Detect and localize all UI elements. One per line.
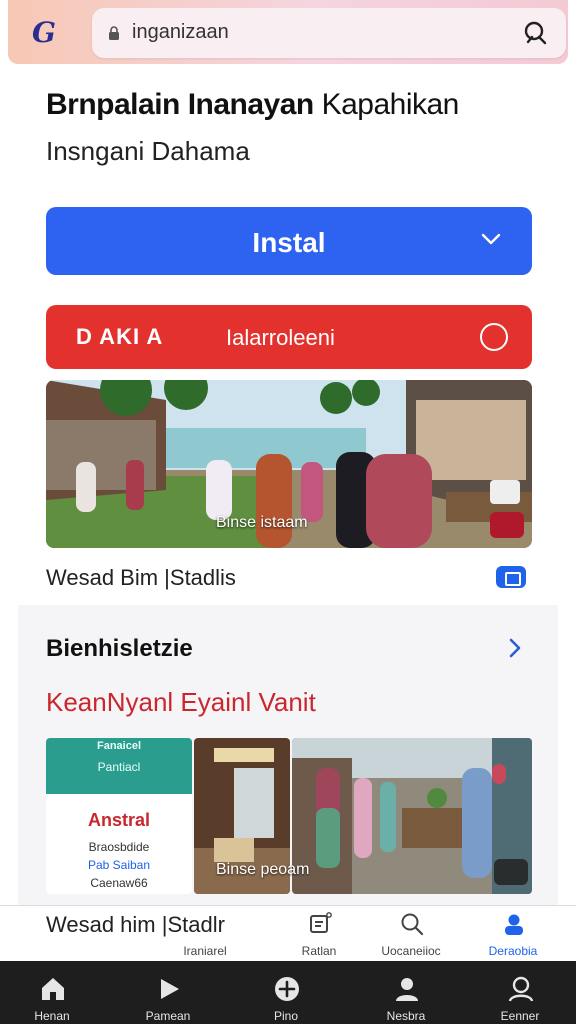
- profile-icon: [505, 914, 523, 935]
- page-title: Brnpalain Inanayan Kapahikan: [46, 88, 459, 122]
- section-highlight: KeanNyanl Eyainl Vanit: [46, 687, 316, 717]
- add-icon: [275, 977, 299, 1001]
- page-title-bold: Brnpalain Inanayan: [46, 88, 314, 121]
- browser-bar: G inganizaan: [8, 0, 568, 64]
- hero-photo-badge[interactable]: [490, 512, 524, 538]
- section-title: Bienhisletzie: [46, 635, 193, 662]
- nav-item-home[interactable]: Henan: [2, 961, 102, 1024]
- play-icon: [161, 979, 179, 999]
- tab-label: Iraniarel: [183, 944, 227, 958]
- daka-brand-label: D AKI A: [76, 324, 164, 349]
- lock-icon: [109, 26, 119, 40]
- search-icon: [401, 913, 424, 936]
- tile-badge[interactable]: [494, 859, 528, 885]
- tile-poster-head-top: Fanaicel: [96, 740, 142, 752]
- bottom-nav: Henan Pamean Pino Nesbra Eenner: [0, 961, 576, 1024]
- hero-meta-text: Wesad Bim |Stadlis: [46, 565, 236, 590]
- daka-button-label: Ialarroleeni: [226, 325, 335, 350]
- nav-item-play[interactable]: Pamean: [118, 961, 218, 1024]
- tab-label: Deraobia: [488, 944, 538, 958]
- cast-icon[interactable]: [496, 566, 526, 588]
- account-icon: [508, 976, 534, 1002]
- install-label: Instal: [252, 227, 326, 258]
- page-title-light: Kapahikan: [313, 88, 460, 121]
- tile-poster-line-2: Pab Saiban: [87, 858, 151, 872]
- nav-label: Pino: [273, 1009, 299, 1023]
- section-card: Bienhisletzie KeanNyanl Eyainl Vanit Fan…: [18, 605, 558, 905]
- install-button[interactable]: Instal: [46, 207, 532, 275]
- nav-label: Pamean: [145, 1009, 191, 1023]
- hero-photo[interactable]: Binse istaam: [46, 380, 532, 548]
- tile-poster-line-1: Braosbdide: [88, 840, 150, 854]
- daka-button[interactable]: D AKI A Ialarroleeni: [46, 305, 532, 369]
- tab-ratlan[interactable]: Ratlan: [274, 906, 364, 962]
- tab-label: Ratlan: [301, 944, 337, 958]
- app-page: G inganizaan Brnpalain Inanayan Kapahika…: [0, 0, 576, 1024]
- circle-icon[interactable]: [480, 323, 508, 351]
- tile-caption: Binse peoam: [216, 861, 310, 878]
- chevron-right-icon[interactable]: [508, 637, 522, 659]
- tile-poster-title: Anstral: [87, 810, 150, 830]
- nav-item-account[interactable]: Eenner: [470, 961, 570, 1024]
- nav-label: Nesbra: [386, 1009, 426, 1023]
- hero-photo-caption: Binse istaam: [216, 514, 308, 531]
- tab-deraobia[interactable]: Deraobia: [468, 906, 558, 962]
- tile-poster-head-sub: Pantiacl: [97, 760, 141, 774]
- document-icon: [310, 912, 332, 933]
- nav-item-create[interactable]: Pino: [236, 961, 336, 1024]
- bottom-strip: Wesad him |Stadlr Iraniarel Ratlan Uocan…: [0, 905, 576, 961]
- tile-poster-line-3: Caenaw66: [90, 876, 148, 890]
- person-icon: [396, 978, 418, 1001]
- nav-item-user[interactable]: Nesbra: [356, 961, 456, 1024]
- url-field[interactable]: inganizaan: [92, 8, 566, 58]
- chevron-down-icon[interactable]: [480, 231, 502, 247]
- url-text: inganizaan: [132, 21, 229, 43]
- tab-label: Uocaneiioc: [381, 944, 441, 958]
- home-icon: [42, 978, 64, 1000]
- tile-poster[interactable]: Fanaicel Pantiacl Anstral Braosbdide Pab…: [46, 738, 192, 894]
- nav-label: Henan: [34, 1009, 70, 1023]
- tab-iraniarel[interactable]: Iraniarel: [160, 906, 250, 962]
- nav-label: Eenner: [500, 1009, 540, 1023]
- tab-uocaneiioc[interactable]: Uocaneiioc: [366, 906, 456, 962]
- page-subtitle: Insngani Dahama: [46, 136, 250, 166]
- search-chat-icon[interactable]: [522, 20, 548, 46]
- app-logo[interactable]: G: [32, 18, 64, 48]
